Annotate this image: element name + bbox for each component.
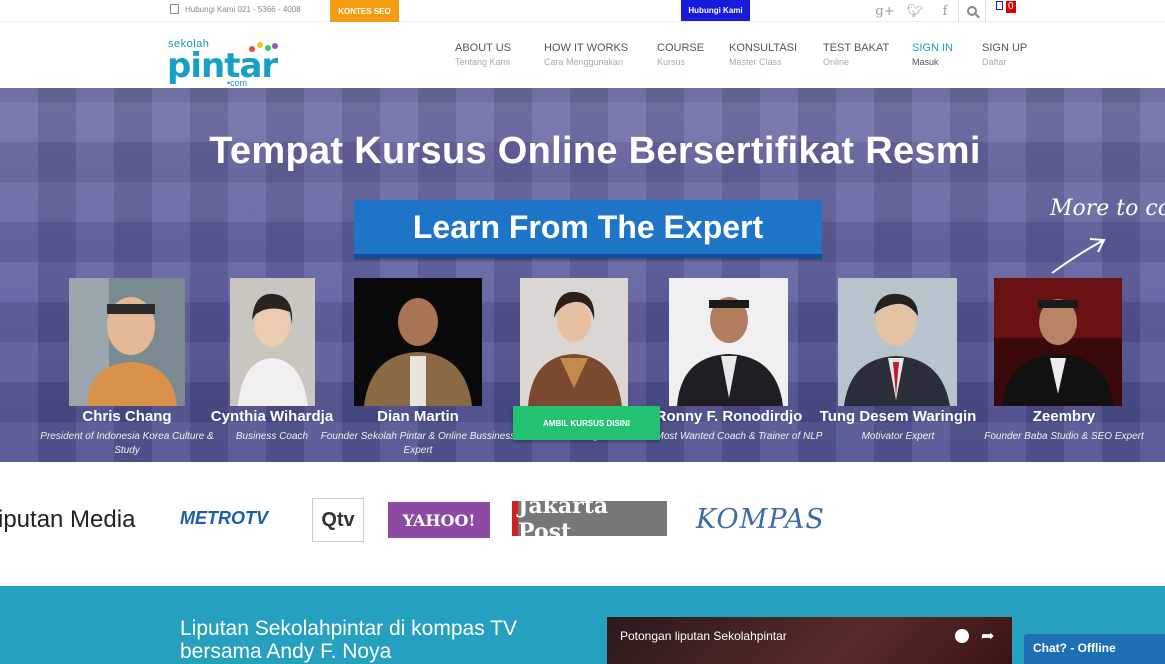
arrow-icon — [1051, 238, 1106, 274]
nav-test-bakat[interactable]: TEST BAKAT Online — [823, 42, 912, 67]
hero-banner: Tempat Kursus Online Bersertifikat Resmi… — [0, 88, 1165, 462]
kompas-logo: KOMPAS — [696, 504, 825, 535]
kontes-seo-button[interactable]: KONTES SEO — [330, 0, 399, 22]
nav-subtitle: Tentang Kami — [455, 57, 511, 67]
search-icon[interactable] — [958, 0, 986, 22]
top-bar: Hubungi Kami 021 - 5366 - 4008 KONTES SE… — [0, 0, 1165, 22]
contact-phone: Hubungi Kami 021 - 5366 - 4008 — [170, 4, 301, 14]
learn-from-expert-banner: Learn From The Expert — [354, 200, 822, 258]
cart-count: 0 — [1006, 1, 1016, 13]
expert-photo — [838, 278, 957, 406]
expert-photo — [994, 278, 1122, 406]
logo-com-text: •com — [227, 78, 248, 88]
nav-subtitle: Daftar — [982, 57, 1007, 67]
share-icon[interactable]: ➦ — [981, 626, 994, 646]
nav-title: TEST BAKAT — [823, 42, 890, 54]
media-coverage-strip: iputan Media METROTV Qtv YAHOO! Jakarta … — [0, 492, 884, 548]
video-title[interactable]: Potongan liputan Sekolahpintar — [620, 629, 787, 643]
nav-title: HOW IT WORKS — [544, 42, 629, 54]
nav-title: COURSE — [657, 42, 705, 54]
expert-name: Zeembry — [1032, 408, 1096, 425]
media-label: iputan Media — [0, 506, 136, 533]
nav-title: ABOUT US — [455, 42, 512, 54]
social-links: g+ 🐦︎ f — [870, 0, 960, 22]
hubungi-kami-button[interactable]: Hubungi Kami — [681, 0, 750, 21]
contact-phone-text: Hubungi Kami 021 - 5366 - 4008 — [185, 4, 301, 14]
expert-photo — [354, 278, 482, 406]
expert-photo — [669, 278, 788, 406]
nav-subtitle: Online — [823, 57, 850, 67]
twitter-icon[interactable]: 🐦︎ — [900, 4, 930, 19]
feature-headline: Liputan Sekolahpintar di kompas TV bersa… — [180, 617, 517, 663]
metrotv-logo: METROTV — [180, 508, 268, 528]
facebook-icon[interactable]: f — [930, 4, 960, 19]
nav-sign-up[interactable]: SIGN UP Daftar — [982, 42, 1042, 67]
nav-konsultasi[interactable]: KONSULTASI Master Class — [729, 42, 823, 67]
nav-subtitle: Masuk — [912, 57, 939, 67]
expert-name: Dian Martin — [377, 408, 459, 425]
video-player[interactable]: Potongan liputan Sekolahpintar ➦ — [607, 617, 1012, 664]
google-plus-icon[interactable]: g+ — [870, 4, 900, 19]
phone-icon — [170, 4, 179, 14]
nav-sign-in[interactable]: SIGN IN Masuk — [912, 42, 982, 67]
cart-button[interactable]: 0 — [996, 1, 1016, 13]
expert-photo — [520, 278, 628, 406]
nav-how-it-works[interactable]: HOW IT WORKS Cara Menggunakan — [544, 42, 657, 67]
nav-subtitle: Cara Menggunakan — [544, 57, 624, 67]
nav-title: SIGN IN — [912, 42, 953, 54]
nav-title: SIGN UP — [982, 42, 1028, 54]
jakarta-post-logo: Jakarta Post — [512, 493, 667, 545]
main-header: sekolah pintar •com ABOUT US Tentang Kam… — [0, 22, 1165, 88]
more-to-come-text: More to co — [1050, 196, 1165, 221]
hero-title: Tempat Kursus Online Bersertifikat Resmi — [209, 130, 981, 172]
nav-subtitle: Master Class — [729, 57, 782, 67]
yahoo-logo: YAHOO! — [388, 502, 490, 538]
watch-later-icon[interactable] — [955, 629, 969, 643]
site-logo[interactable]: sekolah pintar •com — [167, 38, 279, 88]
main-nav: ABOUT US Tentang Kami HOW IT WORKS Cara … — [455, 42, 1042, 67]
nav-title: KONSULTASI — [729, 42, 798, 54]
nav-subtitle: Kursus — [657, 57, 686, 67]
cart-icon — [996, 1, 1003, 10]
ambil-kursus-button[interactable]: AMBIL KURSUS DISINI — [513, 406, 660, 440]
expert-photo — [69, 278, 185, 406]
logo-dots-icon — [229, 42, 278, 56]
nav-about-us[interactable]: ABOUT US Tentang Kami — [455, 42, 544, 67]
expert-role: Founder Baba Studio & SEO Expert — [984, 431, 1144, 442]
chat-widget[interactable]: Chat? - Offline — [1024, 634, 1165, 664]
expert-photo — [230, 278, 315, 406]
feature-section: Liputan Sekolahpintar di kompas TV bersa… — [0, 586, 1165, 664]
qtv-logo: Qtv — [312, 498, 364, 542]
nav-course[interactable]: COURSE Kursus — [657, 42, 729, 67]
